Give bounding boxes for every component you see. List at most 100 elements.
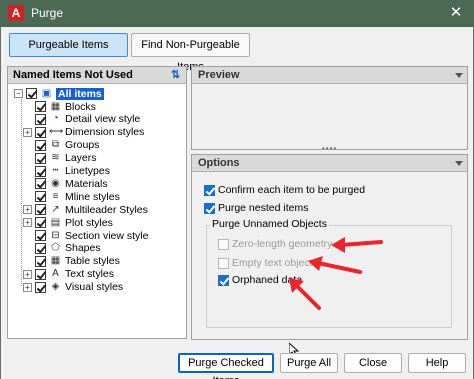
tree-item-checkbox[interactable] — [35, 255, 46, 267]
tree-item-linetypes[interactable]: ┅ Linetypes — [26, 165, 110, 178]
tree-item-label: Visual styles — [65, 281, 124, 294]
tree-item-checkbox[interactable] — [35, 268, 46, 280]
tree-item-label: Blocks — [65, 100, 96, 113]
checkbox-all-items[interactable] — [26, 88, 37, 99]
tree-item-section-view-style[interactable]: ⊟ Section view style — [26, 229, 148, 242]
preview-panel: Preview •••• — [191, 66, 468, 153]
tree-item-layers[interactable]: ≋ Layers — [26, 152, 97, 165]
tree-item-checkbox[interactable] — [35, 191, 46, 203]
tree-item-label: Detail view style — [65, 113, 141, 126]
expand-icon[interactable]: + — [23, 269, 32, 279]
tree-item-detail-view-style[interactable]: ◔ Detail view style — [26, 113, 140, 126]
tree-item-visual-styles[interactable]: + ◈ Visual styles — [23, 281, 124, 294]
tree-item-checkbox[interactable] — [35, 178, 46, 190]
options-header[interactable]: Options — [192, 155, 467, 172]
purge-nested-items-option[interactable]: Purge nested items — [204, 202, 308, 214]
zero-length-geometry-option[interactable]: Zero-length geometry — [218, 238, 332, 250]
expand-icon[interactable]: + — [23, 218, 32, 228]
tree-item-checkbox[interactable] — [35, 101, 46, 112]
tree-item-shapes[interactable]: ⬠ Shapes — [26, 242, 101, 255]
expand-icon[interactable]: + — [23, 127, 32, 137]
tree-item-label: Section view style — [65, 229, 149, 242]
tree-item-checkbox[interactable] — [35, 217, 46, 229]
tree-item-label: Shapes — [65, 242, 101, 255]
zero-length-geometry-checkbox[interactable] — [218, 238, 229, 250]
expand-icon[interactable]: + — [23, 205, 32, 215]
tree-item-materials[interactable]: ◉ Materials — [26, 177, 108, 190]
tree-item-plot-styles[interactable]: + ▤ Plot styles — [23, 216, 113, 229]
purge-nested-items-checkbox[interactable] — [204, 202, 215, 214]
mline-icon: ≡ — [52, 190, 59, 202]
tree-item-checkbox[interactable] — [35, 165, 46, 177]
options-title: Options — [198, 157, 240, 169]
tree-item-checkbox[interactable] — [35, 139, 46, 151]
all-items-label: All items — [56, 87, 104, 100]
tree-item-checkbox[interactable] — [35, 126, 46, 138]
collapse-options-icon[interactable] — [455, 161, 463, 166]
tree-item-label: Linetypes — [65, 165, 110, 177]
tree-item-multileader-styles[interactable]: + ↗ Multileader Styles — [23, 203, 148, 216]
tab-purgeable-items[interactable]: Purgeable Items — [9, 33, 128, 57]
confirm-each-item-checkbox[interactable] — [204, 184, 215, 196]
groups-icon: ⧉ — [51, 139, 60, 151]
window-title: Purge — [31, 6, 64, 20]
section-view-icon: ⊟ — [51, 229, 60, 241]
purge-checked-items-button[interactable]: Purge Checked Items — [178, 353, 274, 379]
collapse-preview-icon[interactable] — [455, 73, 463, 78]
help-button[interactable]: Help — [408, 353, 466, 373]
tree-item-checkbox[interactable] — [35, 230, 46, 241]
tree-item-checkbox[interactable] — [35, 204, 46, 216]
close-button[interactable]: Close — [344, 353, 402, 373]
tree-item-label: Table styles — [65, 255, 120, 268]
tree-root-all-items[interactable]: − ▣ All items — [14, 87, 104, 100]
annotation-arrow-icon — [289, 278, 321, 310]
multileader-icon: ↗ — [51, 203, 60, 215]
tree-item-label: Text styles — [65, 268, 115, 281]
dialog-body: Purgeable Items Find Non-Purgeable Items… — [0, 27, 474, 379]
tab-find-non-purgeable-items[interactable]: Find Non-Purgeable Items — [131, 33, 250, 73]
sort-icon[interactable]: ⇅ — [171, 69, 183, 81]
named-items-panel: Named Items Not Used ⇅ − ▣ All items ▦ Bl… — [7, 66, 187, 339]
empty-text-objects-checkbox[interactable] — [218, 257, 229, 269]
tree-item-checkbox[interactable] — [35, 281, 46, 293]
tree-item-checkbox[interactable] — [35, 152, 46, 164]
empty-text-objects-label: Empty text objects — [232, 257, 318, 269]
tree-item-dimension-styles[interactable]: + ⟷ Dimension styles — [23, 126, 145, 139]
named-items-header: Named Items Not Used ⇅ — [8, 67, 186, 84]
tree-item-table-styles[interactable]: ▦ Table styles — [26, 255, 120, 268]
tree-item-checkbox[interactable] — [35, 113, 46, 125]
confirm-each-item-option[interactable]: Confirm each item to be purged — [204, 184, 365, 196]
layers-icon: ≋ — [51, 152, 60, 164]
purge-all-button[interactable]: Purge All — [280, 353, 338, 373]
preview-resize-grip[interactable]: •••• — [322, 145, 342, 153]
tree-item-mline-styles[interactable]: ≡ Mline styles — [26, 190, 120, 203]
tree-item-label: Groups — [65, 139, 100, 152]
named-items-title: Named Items Not Used — [13, 69, 133, 81]
empty-text-objects-option[interactable]: Empty text objects — [218, 257, 318, 269]
tree-item-label: Layers — [65, 152, 97, 165]
close-window-button[interactable]: ✕ — [446, 4, 466, 22]
materials-icon: ◉ — [51, 177, 60, 189]
tree-item-label: Dimension styles — [65, 126, 145, 139]
expand-icon[interactable]: + — [23, 282, 32, 292]
purge-nested-items-label: Purge nested items — [218, 202, 309, 214]
autocad-logo-icon: A — [8, 5, 24, 21]
tree-item-text-styles[interactable]: + A Text styles — [23, 268, 115, 281]
plot-styles-icon: ▤ — [50, 216, 61, 228]
orphaned-data-checkbox[interactable] — [218, 274, 229, 286]
text-styles-icon: A — [52, 268, 59, 280]
collapse-icon[interactable]: − — [14, 89, 23, 98]
all-items-icon: ▣ — [41, 87, 52, 99]
visual-styles-icon: ◈ — [51, 281, 60, 293]
tree-item-blocks[interactable]: ▦ Blocks — [26, 100, 96, 113]
tree-item-checkbox[interactable] — [35, 242, 46, 254]
preview-header[interactable]: Preview — [192, 67, 467, 84]
tree-item-groups[interactable]: ⧉ Groups — [26, 139, 99, 152]
